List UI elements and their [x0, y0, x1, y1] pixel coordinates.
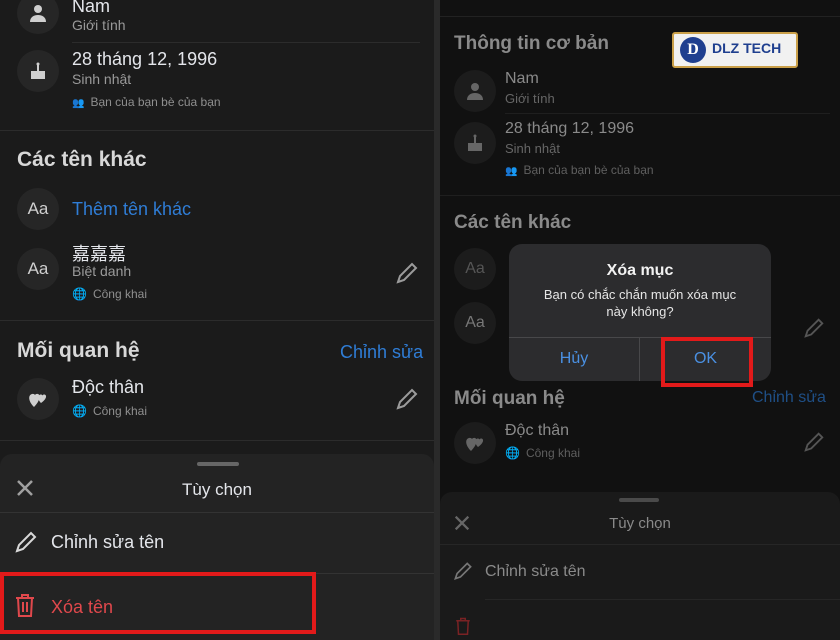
birthday-value: 28 tháng 12, 1996 — [505, 120, 635, 137]
birthday-privacy: 👥 Bạn của bạn bè của bạn — [505, 163, 654, 177]
relationship-privacy: 🌐 Công khai — [505, 446, 580, 460]
globe-icon: 🌐 — [72, 287, 87, 301]
logo-mark: D — [680, 37, 706, 63]
separator — [440, 195, 840, 196]
relationship-title: Mối quan hệ — [454, 388, 565, 409]
cake-icon — [17, 50, 59, 92]
edit-name-label: Chỉnh sửa tên — [485, 563, 586, 580]
globe-icon: 🌐 — [72, 404, 87, 418]
text-aa-icon: Aa — [454, 302, 496, 344]
relationship-privacy: 🌐 Công khai — [72, 404, 147, 418]
gender-label: Giới tính — [505, 91, 555, 106]
highlight-box — [0, 572, 316, 634]
text-aa-icon: Aa — [17, 248, 59, 290]
birthday-privacy-text: Bạn của bạn bè của bạn — [90, 95, 221, 109]
cake-icon — [454, 122, 496, 164]
pencil-icon — [452, 560, 474, 587]
nickname-privacy-text: Công khai — [92, 287, 147, 301]
cancel-button[interactable]: Hủy — [509, 337, 639, 381]
edit-name-label: Chỉnh sửa tên — [51, 532, 165, 552]
right-screen: Thông tin cơ bản D DLZ TECH Nam Giới tín… — [440, 0, 840, 640]
birthday-privacy: 👥 Bạn của bạn bè của bạn — [72, 95, 221, 109]
other-names-title: Các tên khác — [17, 148, 147, 171]
highlight-box — [661, 337, 753, 387]
dialog-title: Xóa mục — [606, 262, 674, 279]
birthday-label: Sinh nhật — [72, 71, 132, 87]
edit-relationship-pencil-icon[interactable] — [802, 430, 826, 459]
left-screen: Nam Giới tính 28 tháng 12, 1996 Sinh nhậ… — [0, 0, 434, 640]
text-aa-icon: Aa — [454, 248, 496, 290]
gender-value: Nam — [505, 70, 539, 87]
separator — [0, 440, 434, 441]
birthday-privacy-text: Bạn của bạn bè của bạn — [523, 163, 654, 177]
edit-name-option[interactable]: Chỉnh sửa tên — [440, 545, 840, 599]
sheet-handle[interactable] — [197, 462, 239, 466]
separator — [0, 320, 434, 321]
edit-nickname-pencil-icon[interactable] — [394, 260, 420, 291]
separator — [0, 130, 434, 131]
trash-icon — [454, 616, 472, 640]
relationship-title: Mối quan hệ — [17, 339, 140, 362]
gender-value: Nam — [72, 0, 111, 16]
hearts-icon — [454, 422, 496, 464]
birthday-value: 28 tháng 12, 1996 — [72, 49, 218, 69]
separator — [505, 113, 830, 114]
pencil-icon — [13, 529, 39, 560]
globe-icon: 🌐 — [505, 446, 520, 460]
basic-info-title: Thông tin cơ bản — [454, 33, 609, 54]
nickname-privacy: 🌐 Công khai — [72, 287, 147, 301]
edit-name-option[interactable]: Chỉnh sửa tên — [0, 513, 434, 573]
relationship-value: Độc thân — [505, 422, 570, 439]
other-names-title: Các tên khác — [454, 212, 572, 233]
sheet-handle[interactable] — [619, 498, 659, 502]
relationship-value: Độc thân — [72, 377, 145, 397]
person-icon — [17, 0, 59, 34]
edit-nickname-pencil-icon[interactable] — [802, 316, 826, 345]
friends-icon: 👥 — [505, 166, 518, 177]
birthday-label: Sinh nhật — [505, 141, 560, 156]
separator — [485, 599, 840, 600]
friends-icon: 👥 — [72, 98, 85, 109]
relationship-edit-link[interactable]: Chỉnh sửa — [340, 342, 423, 363]
text-aa-icon: Aa — [17, 188, 59, 230]
relationship-privacy-text: Công khai — [92, 404, 147, 418]
add-other-name-link[interactable]: Thêm tên khác — [72, 199, 191, 220]
dialog-message: Bạn có chắc chắn muốn xóa mục này không? — [543, 287, 737, 319]
relationship-privacy-text: Công khai — [525, 446, 580, 460]
separator — [72, 42, 420, 43]
sheet-title: Tùy chọn — [609, 515, 671, 532]
dlz-tech-logo: D DLZ TECH — [672, 32, 798, 68]
sheet-title: Tùy chọn — [182, 480, 252, 499]
options-sheet: Tùy chọn Chỉnh sửa tên — [440, 492, 840, 640]
nickname-label: Biệt danh — [72, 263, 132, 279]
logo-text: DLZ TECH — [712, 40, 782, 56]
person-icon — [454, 70, 496, 112]
relationship-edit-link[interactable]: Chỉnh sửa — [752, 389, 826, 407]
edit-relationship-pencil-icon[interactable] — [394, 386, 420, 417]
hearts-icon — [17, 378, 59, 420]
gender-label: Giới tính — [72, 17, 126, 33]
separator — [440, 16, 840, 17]
